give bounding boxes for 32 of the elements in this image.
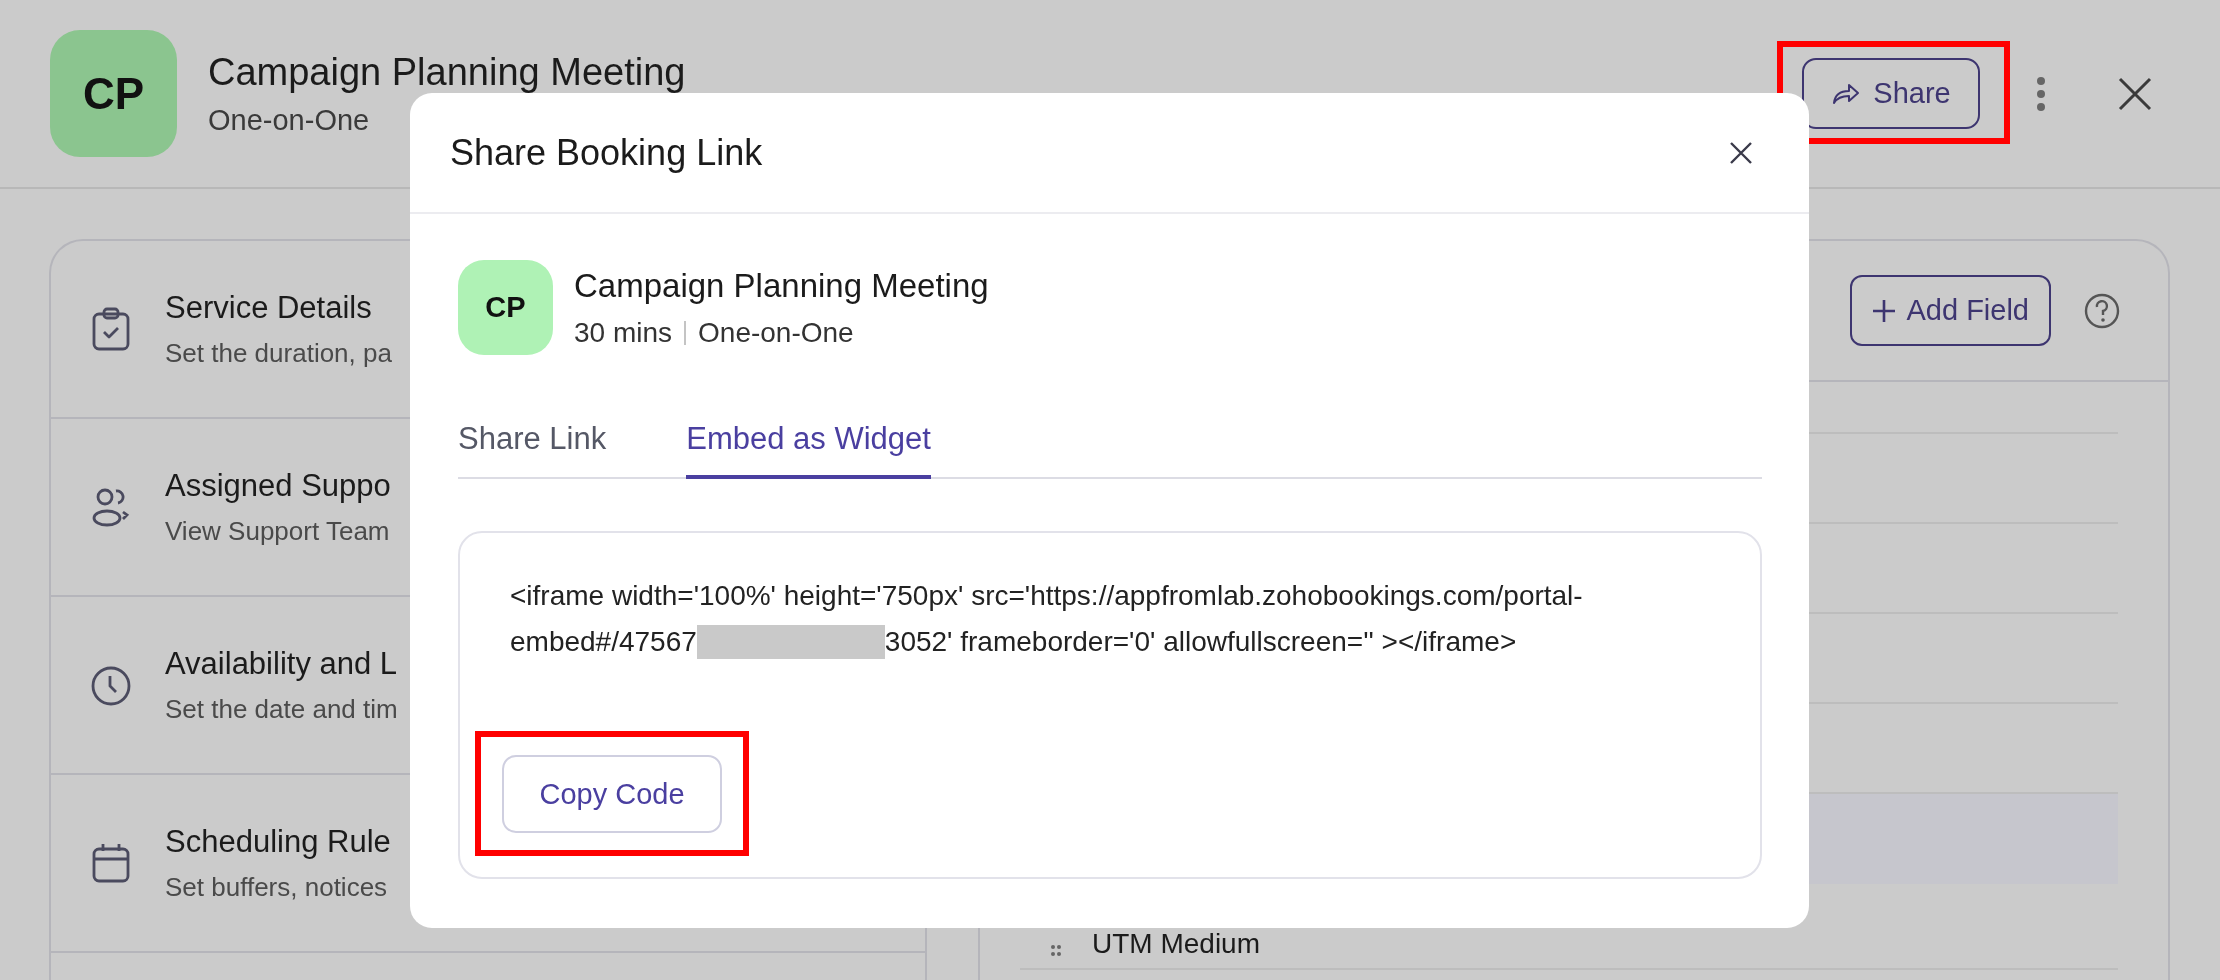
settings-item-title: Scheduling Rule: [165, 823, 391, 860]
calendar-icon: [91, 841, 131, 885]
copy-code-button[interactable]: Copy Code: [502, 755, 722, 833]
settings-item-description: Set the date and tim: [165, 693, 398, 725]
page-title: Campaign Planning Meeting: [208, 50, 686, 94]
avatar: CP: [50, 30, 177, 157]
avatar: CP: [458, 260, 553, 355]
tab[interactable]: Share Link: [458, 421, 607, 479]
dialog-title: Share Booking Link: [450, 131, 763, 174]
event-title: Campaign Planning Meeting: [574, 266, 989, 305]
more-icon[interactable]: [2036, 75, 2046, 112]
settings-item-title: Assigned Suppo: [165, 467, 391, 504]
field-label: UTM Medium: [1092, 928, 1260, 960]
code-line: <iframe width='100%' height='750px' src='https://appfromlab.zohobookings.com/portal-: [510, 579, 1584, 613]
settings-item-description: View Support Team: [165, 515, 391, 547]
clipboard-check-icon: [91, 307, 131, 351]
code-line: embed#/47567: [510, 625, 697, 659]
code-line: 3052' frameborder='0' allowfullscreen='' ></iframe>: [884, 625, 1517, 659]
plus-icon: [1872, 298, 1897, 323]
tab[interactable]: Embed as Widget: [686, 421, 931, 479]
close-icon[interactable]: [2118, 76, 2152, 111]
settings-item-description: Set the duration, pa: [165, 337, 392, 369]
event-type: One-on-One: [698, 316, 854, 349]
add-field-button[interactable]: Add Field: [1850, 275, 2051, 346]
share-icon: [1831, 81, 1862, 106]
settings-item-description: Set buffers, notices: [165, 871, 389, 903]
close-icon[interactable]: [1729, 140, 1753, 165]
settings-item-title: Service Details: [165, 289, 373, 326]
event-duration: 30 mins: [574, 316, 673, 349]
page-subtitle: One-on-One: [208, 103, 371, 137]
help-icon[interactable]: [2084, 292, 2120, 329]
settings-item-title: Availability and L: [165, 645, 398, 682]
